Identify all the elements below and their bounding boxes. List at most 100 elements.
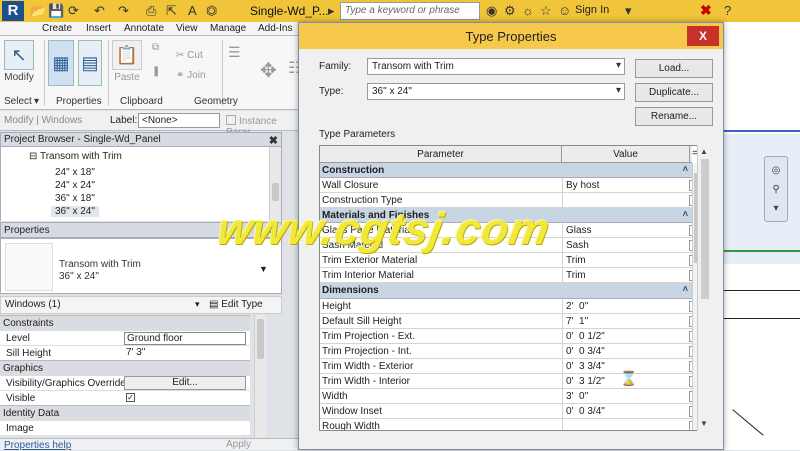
scroll-down-icon[interactable]: ▼ <box>700 419 708 428</box>
scroll-thumb[interactable] <box>701 159 709 299</box>
drawing-canvas[interactable] <box>724 22 800 450</box>
sign-in-button[interactable]: Sign In <box>575 4 609 16</box>
scroll-thumb[interactable] <box>272 183 279 201</box>
binoculars-icon[interactable]: ◉ <box>486 3 497 19</box>
param-value[interactable]: 2' 0" <box>562 299 690 314</box>
search-input[interactable] <box>340 2 480 20</box>
tab-manage[interactable]: Manage <box>210 23 246 34</box>
match-properties-icon[interactable]: ❚ <box>152 66 160 77</box>
move-icon[interactable]: ✥ <box>260 58 277 83</box>
group-dimensions[interactable]: Dimensions ˄ <box>320 283 692 299</box>
param-value[interactable]: 7' 1" <box>562 314 690 329</box>
param-value[interactable]: Trim <box>562 268 690 283</box>
sync-icon[interactable]: ⟳ <box>68 3 79 19</box>
tab-view[interactable]: View <box>176 23 198 34</box>
join-button[interactable]: ⚭ Join <box>176 70 206 81</box>
type-selector[interactable]: Transom with Trim 36" x 24" ▼ <box>0 238 282 294</box>
category-graphics[interactable]: Graphics <box>0 360 250 375</box>
close-icon[interactable]: ✖ <box>269 224 278 237</box>
tab-add-ins[interactable]: Add-Ins <box>258 23 292 34</box>
chevron-right-icon[interactable]: ▸ <box>328 3 335 19</box>
family-select[interactable]: Transom with Trim <box>367 58 625 75</box>
apply-button[interactable]: Apply <box>226 439 251 450</box>
dialog-close-button[interactable]: X <box>687 26 719 46</box>
param-value[interactable]: Sash <box>562 238 690 253</box>
group-materials-finishes[interactable]: Materials and Finishes ˄ <box>320 208 692 223</box>
sill-height-value[interactable]: 7' 3" <box>124 347 246 360</box>
param-value[interactable]: 0' 0 3/4" <box>562 404 690 419</box>
param-value[interactable]: 3' 0" <box>562 389 690 404</box>
tab-insert[interactable]: Insert <box>86 23 111 34</box>
tab-create[interactable]: Create <box>42 23 72 34</box>
load-button[interactable]: Load... <box>635 59 713 78</box>
chevron-down-icon[interactable]: ▾ <box>765 203 787 214</box>
exchange-apps-icon[interactable]: ✖ <box>700 2 712 19</box>
param-value[interactable]: Glass <box>562 223 690 238</box>
type-properties-button[interactable]: ▦ <box>48 40 74 88</box>
open-icon[interactable]: 📂 <box>30 3 46 19</box>
help-icon[interactable]: ? <box>724 3 731 18</box>
measure-icon[interactable]: ⇱ <box>166 3 177 19</box>
edit-overrides-button[interactable]: Edit... <box>124 376 246 390</box>
print-icon[interactable]: ⎙ <box>146 3 156 19</box>
chevron-down-icon[interactable]: ▾ <box>625 3 632 19</box>
tab-annotate[interactable]: Annotate <box>124 23 164 34</box>
family-types-button[interactable]: ▤ <box>78 40 102 88</box>
collapse-icon[interactable]: ˄ <box>683 284 688 294</box>
cut-button[interactable]: ✂ Cut <box>176 50 203 61</box>
properties-scrollbar[interactable] <box>254 315 266 437</box>
rename-button[interactable]: Rename... <box>635 107 713 126</box>
modify-button[interactable]: ↖ Modify <box>4 40 34 83</box>
scroll-up-icon[interactable]: ▲ <box>700 147 708 156</box>
favorites-star-icon[interactable]: ☆ <box>540 3 552 19</box>
undo-icon[interactable]: ↶ <box>94 3 105 19</box>
group-construction[interactable]: Construction ˄ <box>320 163 692 178</box>
tree-node-family[interactable]: ⊟ Transom with Trim <box>29 151 122 162</box>
param-value[interactable]: By host <box>562 178 690 193</box>
chevron-down-icon[interactable]: ▾ <box>195 299 200 310</box>
project-browser-scrollbar[interactable] <box>269 147 281 221</box>
param-value[interactable]: Trim <box>562 253 690 268</box>
cope-icon[interactable]: ☰ <box>228 44 241 61</box>
paste-button[interactable]: 📋 Paste <box>112 40 142 83</box>
scroll-thumb[interactable] <box>257 319 264 359</box>
communication-icon[interactable]: ☼ <box>522 3 534 18</box>
collapse-icon[interactable]: ˄ <box>683 164 688 174</box>
tag-icon[interactable]: A <box>188 3 197 18</box>
instance-filter-select[interactable]: Windows (1) <box>3 299 203 312</box>
level-value[interactable]: Ground floor <box>124 332 246 345</box>
copy-icon[interactable]: ⧉ <box>152 42 159 53</box>
collapse-icon[interactable]: ˄ <box>683 209 688 219</box>
visible-checkbox[interactable]: ✓ <box>126 393 135 402</box>
app-logo-icon[interactable]: R <box>2 1 24 21</box>
param-value[interactable]: 0' 0 1/2" <box>562 329 690 344</box>
tree-node-type-selected[interactable]: 36" x 24" <box>51 206 99 217</box>
redo-icon[interactable]: ↷ <box>118 3 129 19</box>
properties-help-link[interactable]: Properties help <box>4 440 71 451</box>
navigation-bar[interactable]: ◎ ⚲ ▾ <box>764 156 788 222</box>
chevron-down-icon[interactable]: ▼ <box>259 264 268 274</box>
param-value[interactable]: 0' 0 3/4" <box>562 344 690 359</box>
user-icon[interactable]: ☺ <box>558 3 571 18</box>
dialog-scrollbar[interactable]: ▲ ▼ <box>697 145 711 431</box>
type-select[interactable]: 36" x 24" <box>367 83 625 100</box>
category-constraints[interactable]: Constraints <box>0 315 250 330</box>
duplicate-button[interactable]: Duplicate... <box>635 83 713 102</box>
tree-node-type[interactable]: 24" x 24" <box>55 180 95 191</box>
label-select[interactable]: <None> <box>138 113 220 128</box>
param-value[interactable] <box>562 419 690 430</box>
zoom-icon[interactable]: ⚲ <box>765 184 787 195</box>
param-value[interactable] <box>562 193 690 208</box>
steering-wheel-icon[interactable]: ◎ <box>765 165 787 176</box>
tree-node-type[interactable]: 24" x 18" <box>55 167 95 178</box>
panel-label-select[interactable]: Select <box>4 96 32 107</box>
subscription-icon[interactable]: ⚙ <box>504 3 516 19</box>
3d-view-icon[interactable]: ⏣ <box>206 3 217 19</box>
edit-type-button[interactable]: ▤ Edit Type <box>209 299 263 310</box>
close-icon[interactable]: ✖ <box>269 134 278 147</box>
save-icon[interactable]: 💾 <box>48 3 64 19</box>
category-identity-data[interactable]: Identity Data <box>0 405 250 420</box>
tree-node-type[interactable]: 36" x 18" <box>55 193 95 204</box>
text-cursor-icon: ⌛ <box>620 370 638 386</box>
chevron-down-icon[interactable]: ▾ <box>34 96 39 107</box>
